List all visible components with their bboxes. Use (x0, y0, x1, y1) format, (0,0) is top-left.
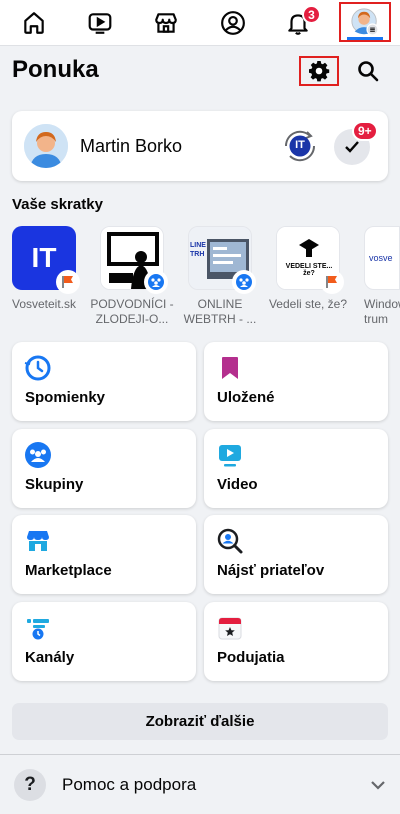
tile-label: Skupiny (25, 476, 84, 493)
nav-profile[interactable] (203, 0, 263, 46)
shortcut-label: Vosveteit.sk (11, 297, 77, 311)
tile-label: Marketplace (25, 562, 112, 579)
shortcut-podvodnici[interactable]: PODVODNÍCI -ZLODEJI-O... (90, 226, 174, 326)
shortcut-label: PODVODNÍCI -ZLODEJI-O... (90, 297, 174, 326)
find-friends-icon (217, 528, 243, 554)
shortcut-thumb-text: vosve (369, 253, 393, 263)
shortcut-vedeli-ste[interactable]: VEDELI STE... že? Vedeli ste, že? (269, 226, 347, 311)
checkmark-icon (345, 141, 359, 153)
notifications-badge: 3 (302, 5, 321, 24)
tile-spomienky[interactable]: Spomienky (12, 342, 196, 421)
group-icon (232, 270, 256, 294)
calendar-icon (218, 617, 242, 640)
video-icon (88, 13, 112, 34)
tile-podujatia[interactable]: Podujatia (204, 602, 388, 681)
nav-menu[interactable] (339, 2, 391, 42)
help-label: Pomoc a podpora (62, 775, 197, 794)
home-icon (24, 12, 44, 34)
tile-label: Video (217, 476, 258, 493)
shortcut-online-webtrh[interactable]: LINE TRH ONLINE WEBTRH - ... (184, 226, 256, 326)
settings-button[interactable] (299, 56, 339, 86)
search-button[interactable] (348, 56, 388, 86)
shortcut-label: Window trum (364, 297, 400, 326)
switch-account-button[interactable]: IT (282, 128, 318, 164)
see-more-button[interactable]: Zobraziť ďalšie (12, 703, 388, 740)
video-icon (219, 445, 241, 467)
tile-label: Kanály (25, 649, 75, 666)
nav-marketplace[interactable] (136, 0, 196, 46)
tile-label: Nájsť priateľov (217, 562, 325, 579)
nav-notifications[interactable]: 3 (268, 0, 328, 46)
flag-icon (56, 270, 80, 294)
shortcut-thumb-text: IT (31, 242, 57, 273)
bookmark-icon (222, 357, 238, 379)
chevron-down-icon (371, 781, 385, 790)
nav-watch[interactable] (70, 0, 130, 46)
tile-marketplace[interactable]: Marketplace (12, 515, 196, 594)
tile-kanaly[interactable]: Kanály (12, 602, 196, 681)
account-notification-badge: 9+ (352, 121, 378, 141)
tile-label: Podujatia (217, 649, 285, 666)
profile-card[interactable]: Martin Borko IT 9+ (12, 111, 388, 181)
shortcut-vosveteit[interactable]: IT Vosveteit.sk (12, 226, 80, 311)
shortcut-thumbnail: vosve (364, 226, 400, 290)
tile-label: Uložené (217, 389, 275, 406)
gear-icon (309, 61, 330, 82)
group-icon (144, 270, 168, 294)
search-icon (358, 61, 379, 82)
shortcuts-title: Vaše skratky (12, 196, 103, 213)
question-icon: ? (14, 769, 46, 801)
help-support-row[interactable]: ? Pomoc a podpora (0, 755, 400, 814)
feeds-icon (27, 619, 49, 640)
page-title: Ponuka (12, 56, 99, 83)
menu-avatar-icon (351, 8, 379, 36)
shortcut-label: ONLINE WEBTRH - ... (183, 297, 257, 326)
active-tab-indicator (347, 37, 383, 40)
top-navigation: 3 (0, 0, 400, 46)
avatar (24, 124, 68, 168)
flag-icon (320, 270, 344, 294)
groups-icon (25, 442, 51, 468)
profile-icon (221, 11, 245, 35)
nav-home[interactable] (4, 0, 64, 46)
store-icon (27, 531, 49, 551)
shortcut-windows[interactable]: vosve Window trum (364, 226, 400, 326)
profile-name: Martin Borko (80, 136, 183, 156)
tile-skupiny[interactable]: Skupiny (12, 429, 196, 508)
switch-account-initials: IT (295, 139, 305, 151)
tile-ulozene[interactable]: Uložené (204, 342, 388, 421)
shortcut-label: Vedeli ste, že? (268, 297, 348, 311)
clock-history-icon (24, 355, 51, 381)
tile-label: Spomienky (25, 389, 106, 406)
shortcut-thumb-text: LINE TRH (190, 242, 206, 258)
store-icon (155, 13, 177, 33)
tile-najst-priatelov[interactable]: Nájsť priateľov (204, 515, 388, 594)
tile-video[interactable]: Video (204, 429, 388, 508)
